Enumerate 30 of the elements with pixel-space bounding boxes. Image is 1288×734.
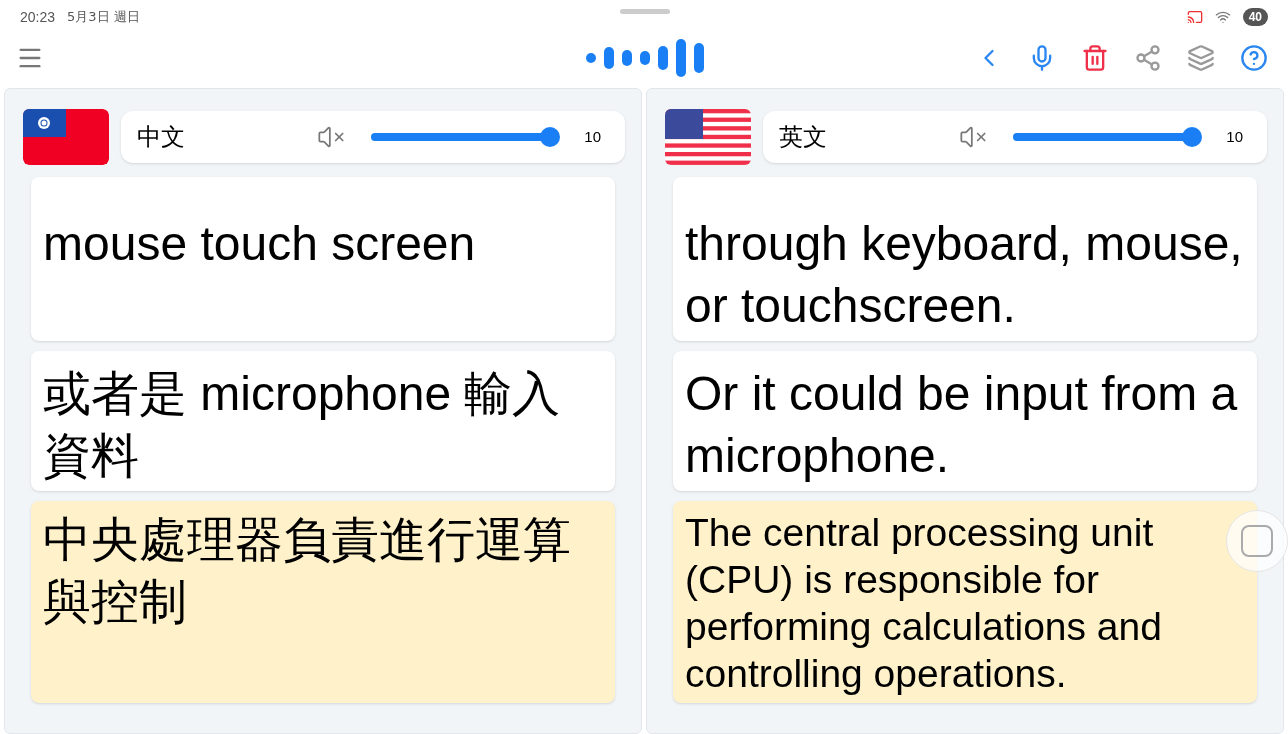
card-text: 中央處理器負責進行運算與控制: [43, 512, 572, 630]
wifi-icon: [1214, 9, 1231, 25]
status-time: 20:23: [20, 7, 56, 27]
language-label: 英文: [779, 122, 828, 152]
help-icon[interactable]: [1240, 44, 1268, 72]
text-card[interactable]: through keyboard, mouse, or touchscreen.: [673, 177, 1257, 341]
card-text: Or it could be input from a microphone.: [685, 366, 1239, 484]
text-card[interactable]: mouse touch screen: [31, 177, 615, 341]
volume-reading: 10: [1226, 126, 1243, 147]
share-icon[interactable]: [1134, 44, 1162, 72]
cast-icon: [1186, 9, 1203, 25]
delete-icon[interactable]: [1081, 44, 1109, 72]
volume-reading: 10: [584, 126, 601, 147]
slider-thumb[interactable]: [1182, 127, 1203, 147]
battery-indicator: 40: [1242, 8, 1268, 26]
layers-icon[interactable]: [1187, 44, 1215, 72]
text-card[interactable]: 中央處理器負責進行運算與控制: [31, 501, 615, 703]
drag-handle[interactable]: [620, 9, 670, 14]
flag-icon: [23, 109, 109, 165]
card-text: The central processing unit (CPU) is responsible for performing calculations and controlling operations.: [685, 510, 1163, 697]
status-date: 5月3日 週日: [67, 8, 140, 27]
card-text: mouse touch screen: [43, 216, 477, 272]
slider-thumb[interactable]: [540, 127, 561, 147]
flag-icon: [665, 109, 751, 165]
card-text: 或者是 microphone 輸入資料: [43, 366, 562, 484]
text-card[interactable]: 或者是 microphone 輸入資料: [31, 351, 615, 491]
text-card[interactable]: The central processing unit (CPU) is responsible for performing calculations and controlling operations.: [673, 501, 1257, 703]
card-text: through keyboard, mouse, or touchscreen.: [685, 216, 1244, 334]
language-label: 中文: [137, 122, 186, 152]
text-card[interactable]: Or it could be input from a microphone.: [673, 351, 1257, 491]
